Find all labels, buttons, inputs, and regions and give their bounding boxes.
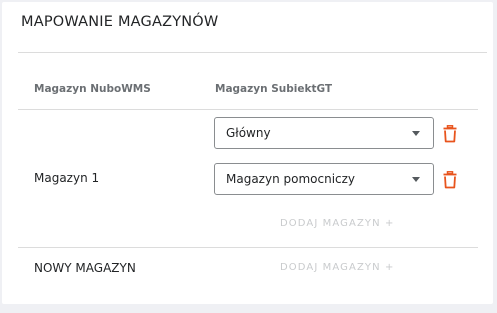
select-value: Główny — [226, 126, 271, 140]
row-label-new-warehouse: NOWY MAGAZYN — [34, 261, 136, 275]
card-title: MAPOWANIE MAGAZYNÓW — [21, 14, 219, 30]
trash-icon[interactable] — [443, 125, 457, 143]
add-warehouse-link[interactable]: DODAJ MAGAZYN + — [280, 218, 394, 229]
select-value: Magazyn pomocniczy — [226, 172, 356, 186]
column-header-subiektgt: Magazyn SubiektGT — [215, 83, 333, 95]
trash-icon[interactable] — [443, 171, 457, 189]
header-divider — [18, 109, 478, 110]
chevron-down-icon — [412, 177, 420, 182]
add-warehouse-link[interactable]: DODAJ MAGAZYN + — [280, 262, 394, 273]
subiekt-warehouse-select[interactable]: Główny — [214, 117, 434, 149]
column-header-nubowms: Magazyn NuboWMS — [34, 83, 151, 95]
row-divider — [18, 247, 478, 248]
subiekt-warehouse-select[interactable]: Magazyn pomocniczy — [214, 163, 434, 195]
warehouse-mapping-card: MAPOWANIE MAGAZYNÓW Magazyn NuboWMS Maga… — [2, 2, 493, 304]
row-label-magazyn-1: Magazyn 1 — [34, 171, 100, 185]
title-divider — [18, 52, 487, 53]
chevron-down-icon — [412, 131, 420, 136]
